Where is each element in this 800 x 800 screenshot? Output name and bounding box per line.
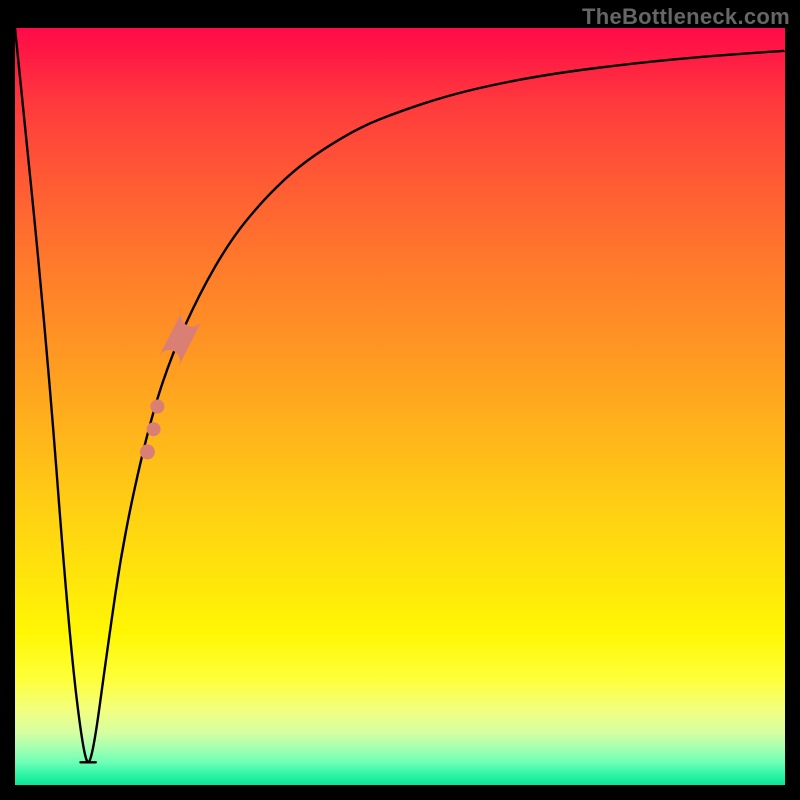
cluster-blob — [159, 311, 202, 366]
highlight-cluster — [140, 311, 202, 460]
chart-frame: TheBottleneck.com — [0, 0, 800, 800]
chart-svg — [15, 28, 785, 785]
cluster-dot-3 — [140, 444, 155, 459]
plot-area — [15, 28, 785, 785]
bottleneck-curve — [15, 28, 785, 762]
watermark-text: TheBottleneck.com — [582, 4, 790, 30]
cluster-dot-1 — [150, 400, 164, 414]
cluster-dot-2 — [147, 422, 161, 436]
